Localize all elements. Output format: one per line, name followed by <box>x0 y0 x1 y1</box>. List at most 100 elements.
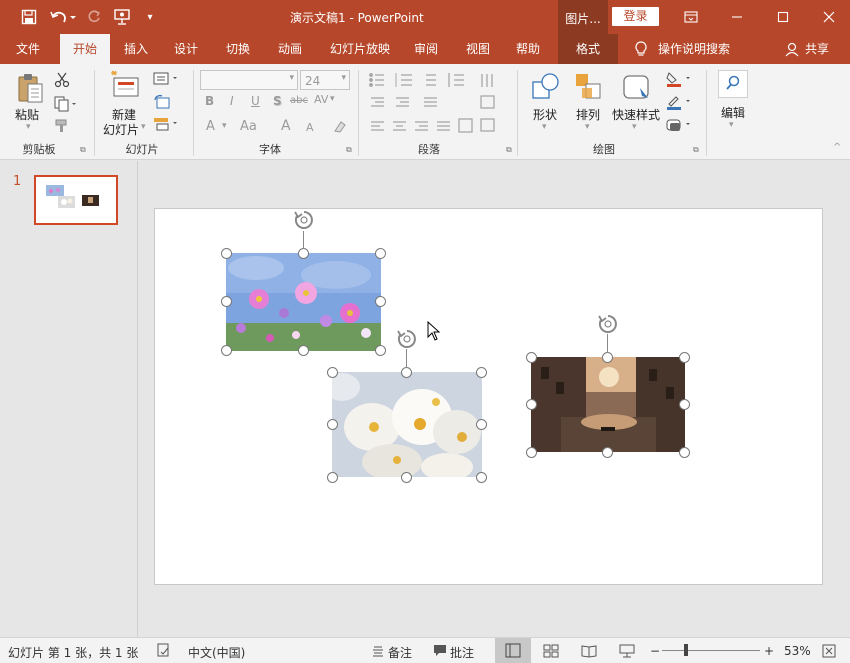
present-from-start-icon[interactable] <box>112 6 134 28</box>
font-color-button[interactable]: A <box>206 119 215 134</box>
shadow-button[interactable]: S <box>273 94 282 108</box>
notes-icon[interactable] <box>372 644 384 660</box>
arrange-icon[interactable] <box>574 72 604 105</box>
chevron-down-icon[interactable]: ▾ <box>222 121 227 131</box>
strikethrough-button[interactable]: abc <box>290 95 308 106</box>
bold-button[interactable]: B <box>205 94 214 108</box>
resize-handle[interactable] <box>679 352 690 363</box>
resize-handle[interactable] <box>327 367 338 378</box>
resize-handle[interactable] <box>476 419 487 430</box>
tab-slideshow[interactable]: 幻灯片放映 <box>320 34 400 64</box>
chevron-down-icon[interactable]: ▾ <box>729 120 734 130</box>
language-status[interactable]: 中文(中国) <box>188 644 245 661</box>
chevron-down-icon[interactable]: ▾ <box>632 122 637 132</box>
tab-view[interactable]: 视图 <box>458 34 498 64</box>
resize-handle[interactable] <box>602 352 613 363</box>
comments-icon[interactable] <box>433 644 447 660</box>
resize-handle[interactable] <box>526 399 537 410</box>
redo-icon[interactable] <box>84 6 104 28</box>
change-case-icon[interactable]: Aa <box>240 119 257 134</box>
reset-slide-icon[interactable] <box>153 94 171 113</box>
resize-handle[interactable] <box>221 345 232 356</box>
resize-handle[interactable] <box>375 248 386 259</box>
resize-handle[interactable] <box>298 345 309 356</box>
login-button[interactable]: 登录 <box>612 7 659 26</box>
paragraph-controls-icon[interactable] <box>368 72 513 145</box>
chevron-down-icon[interactable]: ▾ <box>585 122 590 132</box>
tab-review[interactable]: 审阅 <box>406 34 446 64</box>
shape-fill-icon[interactable] <box>666 71 694 90</box>
resize-handle[interactable] <box>375 296 386 307</box>
clear-formatting-icon[interactable] <box>332 119 348 138</box>
slide-canvas[interactable] <box>154 208 823 585</box>
close-icon[interactable] <box>806 0 850 34</box>
layout-icon[interactable] <box>153 72 181 89</box>
tell-me-search[interactable]: 操作说明搜索 <box>658 34 738 64</box>
rotate-handle-icon[interactable] <box>396 328 418 350</box>
slide-sorter-view-icon[interactable] <box>543 644 559 661</box>
comments-button[interactable]: 批注 <box>450 644 474 661</box>
editing-label[interactable]: 编辑 <box>721 104 745 121</box>
underline-button[interactable]: U <box>251 94 260 108</box>
cut-icon[interactable] <box>54 72 70 91</box>
paste-dropdown-icon[interactable]: ▾ <box>26 122 31 132</box>
grow-font-button[interactable]: A <box>281 118 291 134</box>
paste-icon[interactable] <box>16 72 46 109</box>
normal-view-button[interactable] <box>495 638 531 663</box>
save-icon[interactable] <box>18 6 40 28</box>
new-slide-icon[interactable] <box>110 70 142 103</box>
new-slide-dropdown-icon[interactable]: ▾ <box>141 122 146 132</box>
quick-styles-icon[interactable] <box>622 72 652 105</box>
resize-handle[interactable] <box>526 352 537 363</box>
resize-handle[interactable] <box>679 399 690 410</box>
shapes-label[interactable]: 形状 <box>533 106 557 123</box>
tab-transitions[interactable]: 切换 <box>218 34 258 64</box>
zoom-slider-thumb[interactable] <box>684 644 688 656</box>
new-slide-label-2[interactable]: 幻灯片 <box>103 121 139 138</box>
resize-handle[interactable] <box>221 248 232 259</box>
zoom-slider-track[interactable] <box>662 650 760 651</box>
tab-insert[interactable]: 插入 <box>116 34 156 64</box>
fit-to-window-icon[interactable] <box>822 644 836 661</box>
section-icon[interactable] <box>153 116 181 135</box>
spellcheck-icon[interactable] <box>157 643 171 661</box>
slideshow-view-icon[interactable] <box>619 644 635 661</box>
resize-handle[interactable] <box>375 345 386 356</box>
tab-home[interactable]: 开始 <box>60 34 110 65</box>
font-launcher-icon[interactable]: ⧉ <box>346 145 352 155</box>
shape-outline-icon[interactable] <box>666 94 694 113</box>
zoom-in-button[interactable]: + <box>764 644 774 658</box>
tab-animations[interactable]: 动画 <box>270 34 310 64</box>
resize-handle[interactable] <box>602 447 613 458</box>
resize-handle[interactable] <box>526 447 537 458</box>
font-name-select[interactable]: ▾ <box>200 70 298 90</box>
italic-button[interactable]: I <box>230 94 234 108</box>
tab-help[interactable]: 帮助 <box>508 34 548 64</box>
slide-thumbnail[interactable] <box>34 175 118 225</box>
undo-icon[interactable] <box>48 6 78 28</box>
resize-handle[interactable] <box>476 367 487 378</box>
collapse-ribbon-icon[interactable]: ^ <box>833 142 841 153</box>
tab-file[interactable]: 文件 <box>6 34 50 64</box>
resize-handle[interactable] <box>327 472 338 483</box>
resize-handle[interactable] <box>401 472 412 483</box>
paragraph-launcher-icon[interactable]: ⧉ <box>506 145 512 155</box>
font-size-select[interactable]: 24 ▾ <box>300 70 350 90</box>
picture-white-flowers[interactable] <box>332 372 482 477</box>
chevron-down-icon[interactable]: ▾ <box>330 94 335 104</box>
shape-effects-icon[interactable] <box>666 117 694 136</box>
rotate-handle-icon[interactable] <box>293 209 315 231</box>
notes-button[interactable]: 备注 <box>388 644 412 661</box>
clipboard-launcher-icon[interactable]: ⧉ <box>80 145 86 155</box>
resize-handle[interactable] <box>298 248 309 259</box>
shrink-font-button[interactable]: A <box>306 121 314 134</box>
rotate-handle-icon[interactable] <box>597 313 619 335</box>
picture-flowers[interactable] <box>226 253 381 351</box>
format-painter-icon[interactable] <box>54 118 70 137</box>
quick-styles-label[interactable]: 快速样式 <box>612 106 660 123</box>
resize-handle[interactable] <box>221 296 232 307</box>
tab-design[interactable]: 设计 <box>166 34 206 64</box>
zoom-out-button[interactable]: − <box>650 644 660 658</box>
reading-view-icon[interactable] <box>581 644 597 661</box>
resize-handle[interactable] <box>327 419 338 430</box>
